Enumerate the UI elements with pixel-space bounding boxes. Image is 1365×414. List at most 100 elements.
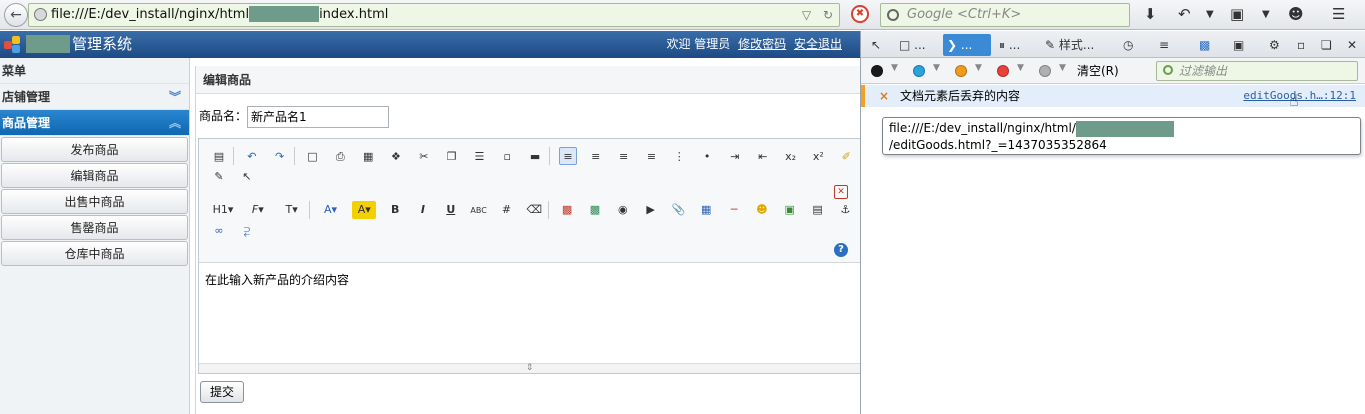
code-icon[interactable]: ❖ <box>387 148 405 166</box>
insert-image-icon[interactable]: ▩ <box>558 201 576 219</box>
help-icon[interactable]: ? <box>834 243 848 257</box>
select-all-icon[interactable]: ✎ <box>210 168 228 186</box>
redo-icon[interactable]: ↷ <box>271 148 289 166</box>
font-color-icon[interactable]: A▾ <box>318 201 342 219</box>
reload-icon[interactable]: ↻ <box>823 8 833 22</box>
underline-icon[interactable]: U <box>442 201 460 219</box>
tab-console[interactable]: ❯ ... <box>943 34 991 56</box>
change-password-link[interactable]: 修改密码 <box>738 37 786 51</box>
align-center-icon[interactable]: ≡ <box>587 148 605 166</box>
sidebar-item-on-sale[interactable]: 出售中商品 <box>1 189 188 214</box>
clear-button[interactable]: 清空(R) <box>1077 58 1119 84</box>
eraser-icon[interactable]: ⌫ <box>525 201 543 219</box>
align-left-icon[interactable]: ≡ <box>558 147 577 165</box>
close-icon[interactable]: ✕ <box>1343 34 1357 56</box>
download-icon[interactable]: ⬇ <box>1144 5 1157 23</box>
logout-link[interactable]: 安全退出 <box>794 37 842 51</box>
chevron-down-icon[interactable]: ▼ <box>1206 9 1214 20</box>
align-justify-icon[interactable]: ≡ <box>642 148 660 166</box>
tab-style[interactable]: ✎ 样式... <box>1041 34 1094 56</box>
chevron-down-icon[interactable]: ▼ <box>1262 9 1270 20</box>
performance-icon[interactable]: ◷ <box>1119 34 1133 56</box>
sidebar-item-sold-out[interactable]: 售罄商品 <box>1 215 188 240</box>
gear-icon[interactable]: ⚙ <box>1265 34 1280 56</box>
cursor-icon[interactable]: ↖ <box>238 168 256 186</box>
clear-format-icon[interactable]: ✐ <box>837 148 855 166</box>
filter-css-dot-icon[interactable] <box>913 65 925 77</box>
strikethrough-icon[interactable]: ABC <box>470 202 488 220</box>
indent-icon[interactable]: ⇥ <box>726 148 744 166</box>
pagebreak-icon[interactable]: ▤ <box>809 201 827 219</box>
address-bar[interactable]: file:///E:/dev_install/nginx/html index.h… <box>28 3 840 27</box>
back-arrow-icon[interactable]: ← <box>4 3 28 27</box>
italic-icon[interactable]: I <box>414 201 432 219</box>
subscript-icon[interactable]: x₂ <box>782 148 800 166</box>
align-right-icon[interactable]: ≡ <box>615 148 633 166</box>
dropdown-arrow-icon[interactable]: ▽ <box>802 8 811 22</box>
chat-icon[interactable]: ☻ <box>1288 5 1304 23</box>
font-size-icon[interactable]: T▾ <box>280 201 304 219</box>
paste-word-icon[interactable]: ▬ <box>526 148 544 166</box>
filter-js-dot-icon[interactable] <box>955 65 967 77</box>
chevron-down-icon[interactable]: ▼ <box>933 63 940 73</box>
block-icon[interactable]: ✖ <box>851 5 869 23</box>
line-height-icon[interactable]: # <box>497 201 515 219</box>
sidebar-item-warehouse[interactable]: 仓库中商品 <box>1 241 188 266</box>
unordered-list-icon[interactable]: • <box>698 148 716 166</box>
resize-handle-icon[interactable]: ⇕ <box>199 363 860 373</box>
tab-debugger[interactable]: ⏸ ... <box>995 34 1020 56</box>
unlink-icon[interactable]: ⥻ <box>238 222 256 240</box>
undo-icon[interactable]: ↶ <box>243 148 261 166</box>
log-source-link[interactable]: editGoods.h…:12:1 <box>1243 85 1356 107</box>
anchor-icon[interactable]: ⚓ <box>836 201 854 219</box>
map-icon[interactable]: ▣ <box>781 201 799 219</box>
screenshot-icon[interactable]: ▣ <box>1229 34 1244 56</box>
attachment-icon[interactable]: 📎 <box>669 201 687 219</box>
highlight-icon[interactable]: A▾ <box>352 201 377 219</box>
preview-icon[interactable]: □ <box>303 148 321 166</box>
heading-icon[interactable]: H1▾ <box>210 201 236 219</box>
ordered-list-icon[interactable]: ⋮ <box>670 148 688 166</box>
filter-net-dot-icon[interactable] <box>871 65 883 77</box>
dock-icon[interactable]: ▫ <box>1293 34 1305 56</box>
chevron-down-icon[interactable]: ▼ <box>1017 63 1024 73</box>
cut-icon[interactable]: ✂ <box>415 148 433 166</box>
source-icon[interactable]: ▤ <box>210 148 228 166</box>
table-icon[interactable]: ▦ <box>697 201 715 219</box>
filter-log-dot-icon[interactable] <box>1039 65 1051 77</box>
print-icon[interactable]: ⎙ <box>331 148 349 166</box>
insert-multi-image-icon[interactable]: ▩ <box>586 201 604 219</box>
inspector-icon[interactable]: ↖ <box>867 34 881 56</box>
paste-icon[interactable]: ☰ <box>470 148 488 166</box>
emoticon-icon[interactable]: ☻ <box>753 201 771 219</box>
font-family-icon[interactable]: F▾ <box>246 201 270 219</box>
responsive-icon[interactable]: ▩ <box>1195 34 1210 56</box>
undo-icon[interactable]: ↶ <box>1178 5 1191 23</box>
bold-icon[interactable]: B <box>386 201 404 219</box>
window-icon[interactable]: ❏ <box>1317 34 1332 56</box>
product-name-input[interactable] <box>247 105 390 128</box>
sidebar-group-goods[interactable]: 商品管理 ︽ <box>0 110 189 136</box>
briefcase-icon[interactable]: ▣ <box>1230 5 1244 23</box>
chevron-down-icon[interactable]: ▼ <box>1059 63 1066 73</box>
search-input[interactable]: Google <Ctrl+K> <box>880 3 1130 27</box>
horizontal-rule-icon[interactable]: ─ <box>725 201 743 219</box>
insert-flash-icon[interactable]: ◉ <box>614 201 632 219</box>
filter-security-dot-icon[interactable] <box>997 65 1009 77</box>
menu-icon[interactable]: ☰ <box>1332 5 1345 23</box>
superscript-icon[interactable]: x² <box>809 148 827 166</box>
chevron-down-icon[interactable]: ▼ <box>975 63 982 73</box>
sidebar-item-publish[interactable]: 发布商品 <box>1 137 188 162</box>
outdent-icon[interactable]: ⇤ <box>754 148 772 166</box>
network-icon[interactable]: ≡ <box>1155 34 1169 56</box>
submit-button[interactable]: 提交 <box>200 381 245 403</box>
template-icon[interactable]: ▦ <box>359 148 377 166</box>
filter-input[interactable]: 过滤输出 <box>1156 61 1358 81</box>
copy-icon[interactable]: ❐ <box>443 148 461 166</box>
sidebar-item-edit[interactable]: 编辑商品 <box>1 163 188 188</box>
fullscreen-icon[interactable]: ✕ <box>834 185 848 199</box>
tab-inspector[interactable]: □ ... <box>895 34 926 56</box>
chevron-down-icon[interactable]: ▼ <box>891 63 898 73</box>
editor-text[interactable]: 在此输入新产品的介绍内容 <box>205 271 349 288</box>
insert-media-icon[interactable]: ▶ <box>642 201 660 219</box>
